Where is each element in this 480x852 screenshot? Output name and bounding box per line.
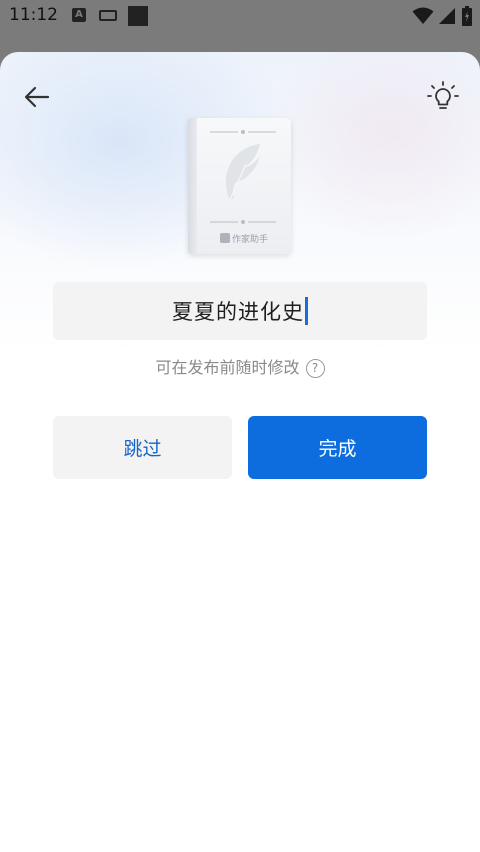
book-spine [188,118,197,254]
a-notification-icon: A [72,8,86,22]
signal-icon [439,8,455,24]
cover-divider-bottom [210,220,276,224]
back-arrow-icon[interactable] [22,82,52,112]
cover-brand: 作家助手 [220,232,268,245]
edit-hint-text: 可在发布前随时修改 [155,358,300,377]
wifi-icon [412,7,434,24]
text-cursor [305,297,308,325]
feather-icon [226,144,260,201]
skip-button[interactable]: 跳过 [53,416,232,479]
done-button[interactable]: 完成 [248,416,427,479]
battery-icon [462,6,472,26]
edit-hint: 可在发布前随时修改? [0,354,480,378]
brand-logo-icon [220,233,230,243]
lightbulb-icon[interactable] [426,80,460,114]
status-bar: 11:12 A [0,0,480,32]
cover-brand-text: 作家助手 [232,235,269,245]
keyboard-icon [99,10,117,21]
square-icon [128,6,148,26]
status-time: 11:12 [9,5,58,25]
book-title-value: 夏夏的进化史 [172,300,304,324]
book-title-input[interactable]: 夏夏的进化史 [53,282,427,340]
cover-divider-top [210,130,276,134]
bottom-sheet: 作家助手 夏夏的进化史 可在发布前随时修改? 跳过 完成 [0,52,480,852]
book-cover[interactable]: 作家助手 [188,118,291,254]
help-question-icon[interactable]: ? [305,359,325,378]
